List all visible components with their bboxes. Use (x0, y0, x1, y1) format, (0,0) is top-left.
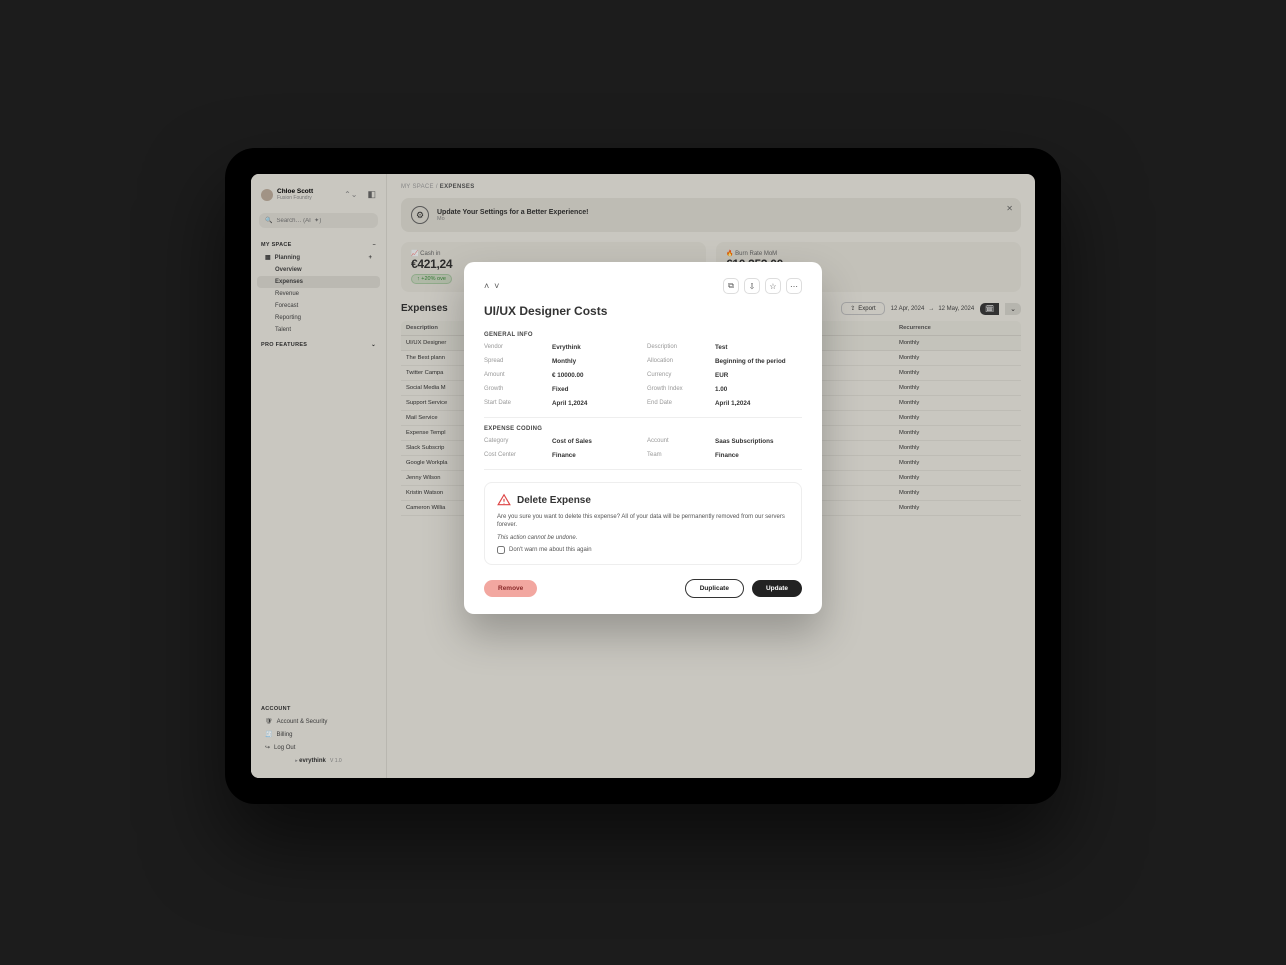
more-icon[interactable]: ⋯ (786, 278, 802, 294)
delete-expense-panel: Delete Expense Are you sure you want to … (484, 482, 802, 565)
update-button[interactable]: Update (752, 580, 802, 597)
alert-triangle-icon (497, 493, 511, 507)
chevron-down-icon[interactable]: ˅ (494, 281, 499, 291)
duplicate-button[interactable]: Duplicate (685, 579, 744, 598)
section-general-info: GENERAL INFO (484, 332, 802, 338)
modal-overlay[interactable]: ˄ ˅ ⧉ ⇩ ☆ ⋯ UI/UX Designer Costs GENERAL… (251, 174, 1035, 778)
delete-warning-text: Are you sure you want to delete this exp… (497, 513, 789, 530)
modal-title: UI/UX Designer Costs (484, 304, 802, 318)
section-expense-coding: EXPENSE CODING (484, 426, 802, 432)
archive-icon[interactable]: ⇩ (744, 278, 760, 294)
star-icon[interactable]: ☆ (765, 278, 781, 294)
expense-detail-modal: ˄ ˅ ⧉ ⇩ ☆ ⋯ UI/UX Designer Costs GENERAL… (464, 262, 822, 614)
chevron-up-icon[interactable]: ˄ (484, 281, 489, 291)
duplicate-icon[interactable]: ⧉ (723, 278, 739, 294)
remove-button[interactable]: Remove (484, 580, 537, 597)
delete-note: This action cannot be undone. (497, 534, 789, 542)
dont-warn-checkbox[interactable]: Don't warn me about this again (497, 546, 789, 554)
